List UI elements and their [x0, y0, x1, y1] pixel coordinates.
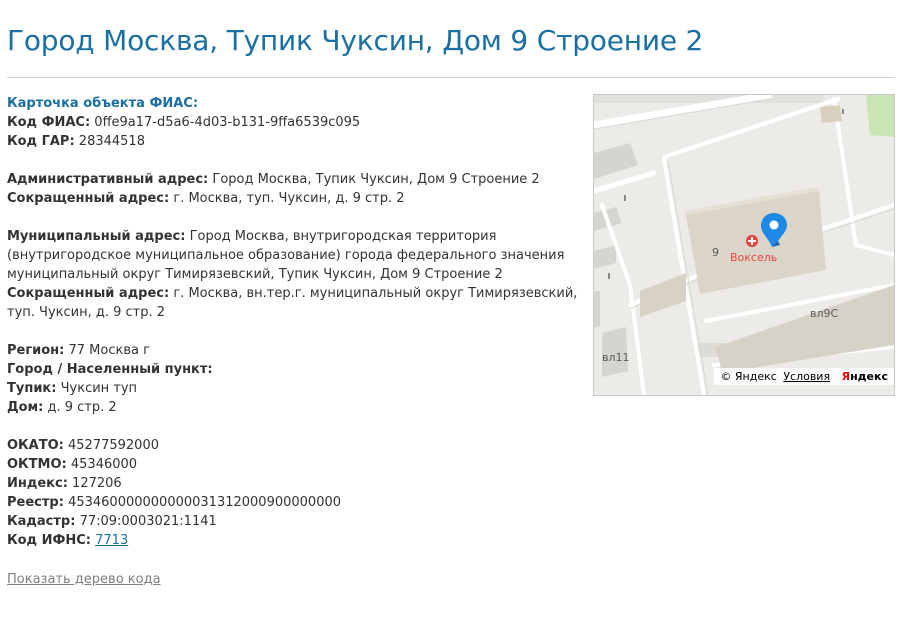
yandex-map[interactable]: 9 Воксель вл9С вл11 © Яндекс Условия Янд… — [593, 94, 895, 396]
cadastre-value: 77:09:0003021:1141 — [79, 514, 217, 529]
map-building — [594, 291, 600, 327]
index-row: Индекс: 127206 — [7, 474, 582, 493]
registry-value: 453460000000000031312000900000000 — [68, 495, 342, 510]
ifns-code-link[interactable]: 7713 — [95, 533, 128, 548]
okato-label: ОКАТО: — [7, 438, 64, 453]
map-canvas: 9 Воксель вл9С вл11 — [594, 95, 894, 395]
registry-row: Реестр: 45346000000000003131200090000000… — [7, 493, 582, 512]
map-copyright: © Яндекс — [720, 370, 777, 383]
region-label: Регион: — [7, 343, 65, 358]
region-value: 77 Москва г — [68, 343, 150, 358]
region-row: Регион: 77 Москва г — [7, 341, 582, 360]
mun-address-row: Муниципальный адрес: Город Москва, внутр… — [7, 227, 582, 284]
index-value: 127206 — [72, 476, 122, 491]
ifns-row: Код ИФНС: 7713 — [7, 531, 582, 550]
gar-code-label: Код ГАР: — [7, 134, 75, 149]
cadastre-label: Кадастр: — [7, 514, 76, 529]
card-title: Карточка объекта ФИАС: — [7, 96, 199, 111]
house-row: Дом: д. 9 стр. 2 — [7, 398, 582, 417]
mun-short-address-label: Сокращенный адрес: — [7, 286, 170, 301]
map-terms-link[interactable]: Условия — [783, 370, 830, 383]
mun-short-address-row: Сокращенный адрес: г. Москва, вн.тер.г. … — [7, 284, 582, 322]
admin-short-address-row: Сокращенный адрес: г. Москва, туп. Чукси… — [7, 189, 582, 208]
fias-code-label: Код ФИАС: — [7, 115, 91, 130]
mun-address-label: Муниципальный адрес: — [7, 229, 186, 244]
yandex-logo: Яндекс — [842, 370, 888, 383]
show-code-tree-link[interactable]: Показать дерево кода — [7, 570, 161, 589]
city-row: Город / Населенный пункт: — [7, 360, 582, 379]
house-value: д. 9 стр. 2 — [47, 400, 117, 415]
cadastre-row: Кадастр: 77:09:0003021:1141 — [7, 512, 582, 531]
okato-value: 45277592000 — [68, 438, 159, 453]
title-divider — [7, 77, 895, 78]
admin-address-label: Административный адрес: — [7, 172, 209, 187]
oktmo-row: ОКТМО: 45346000 — [7, 455, 582, 474]
fias-card: Карточка объекта ФИАС: Код ФИАС: 0ffe9a1… — [7, 94, 582, 550]
house-label: Дом: — [7, 400, 44, 415]
admin-address-value: Город Москва, Тупик Чуксин, Дом 9 Строен… — [212, 172, 540, 187]
ifns-label: Код ИФНС: — [7, 533, 91, 548]
page-title: Город Москва, Тупик Чуксин, Дом 9 Строен… — [7, 24, 704, 57]
admin-short-address-value: г. Москва, туп. Чуксин, д. 9 стр. 2 — [173, 191, 405, 206]
street-value: Чуксин туп — [60, 381, 138, 396]
park-area — [866, 95, 894, 137]
admin-address-row: Административный адрес: Город Москва, Ту… — [7, 170, 582, 189]
yandex-logo-text: Яндекс — [841, 370, 888, 383]
index-label: Индекс: — [7, 476, 68, 491]
map-label-house: 9 — [712, 246, 719, 259]
oktmo-value: 45346000 — [70, 457, 138, 472]
fias-code-row: Код ФИАС: 0ffe9a17-d5a6-4d03-b131-9ffa65… — [7, 113, 582, 132]
fias-code-value: 0ffe9a17-d5a6-4d03-b131-9ffa6539c095 — [94, 115, 361, 130]
registry-label: Реестр: — [7, 495, 64, 510]
map-label-building-b: вл9С — [810, 307, 839, 320]
okato-row: ОКАТО: 45277592000 — [7, 436, 582, 455]
city-label: Город / Населенный пункт: — [7, 362, 213, 377]
gar-code-row: Код ГАР: 28344518 — [7, 132, 582, 151]
map-label-poi: Воксель — [730, 251, 777, 264]
admin-short-address-label: Сокращенный адрес: — [7, 191, 170, 206]
street-label: Тупик: — [7, 381, 57, 396]
gar-code-value: 28344518 — [78, 134, 145, 149]
map-copyright-bar: © Яндекс Условия Яндекс — [714, 368, 894, 385]
oktmo-label: ОКТМО: — [7, 457, 67, 472]
street-row: Тупик: Чуксин туп — [7, 379, 582, 398]
map-label-building-c: вл11 — [602, 351, 630, 364]
